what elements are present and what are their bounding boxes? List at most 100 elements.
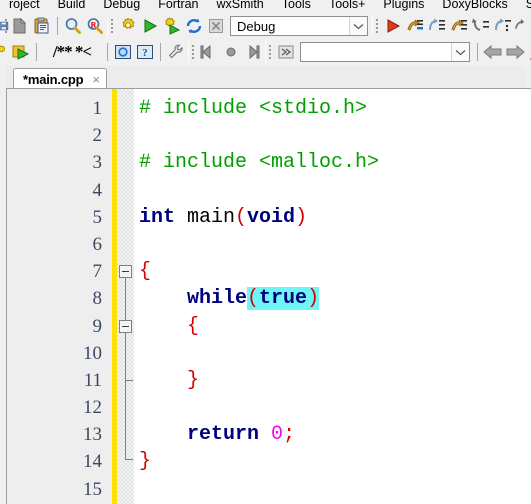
highlight-icon[interactable]	[526, 41, 531, 63]
line-number: 8	[92, 288, 103, 310]
chevron-down-icon[interactable]	[451, 43, 469, 61]
line-number: 5	[92, 206, 103, 228]
menu-item-debug[interactable]: Debug	[94, 0, 149, 11]
menu-item-tools[interactable]: Tools	[273, 0, 320, 11]
code-line[interactable]: return 0;	[134, 421, 531, 448]
build-and-run-icon[interactable]	[161, 15, 183, 37]
build-target-icon[interactable]	[0, 41, 10, 63]
code-editor[interactable]: 1 2 3 4 5 6 7 8 9 10 11 12 13 14 15 # include <stdio.h…	[6, 88, 531, 504]
debug-step-into-icon[interactable]	[448, 15, 470, 37]
toolbar-separator	[57, 17, 58, 35]
search-combo[interactable]	[300, 42, 470, 62]
line-number: 6	[92, 233, 103, 255]
menu-item-doxyblocks[interactable]: DoxyBlocks	[433, 0, 516, 11]
debug-run-to-cursor-icon[interactable]	[404, 15, 426, 37]
menu-item-roject[interactable]: roject	[0, 0, 49, 11]
codeblocks-window: roject Build Debug Fortran wxSmith Tools Tools…	[0, 0, 531, 504]
find-icon[interactable]	[62, 15, 84, 37]
code-token: while	[139, 287, 248, 311]
fold-toggle-icon[interactable]	[119, 319, 132, 333]
code-token: ;	[283, 423, 296, 447]
code-line[interactable]: {	[134, 313, 531, 340]
code-line[interactable]	[134, 340, 531, 367]
code-token: # include <malloc.h>	[139, 151, 380, 175]
search-toolbar-grip[interactable]	[265, 41, 273, 63]
debug-continue-icon[interactable]	[382, 15, 404, 37]
arrow-right-icon[interactable]	[504, 41, 526, 63]
menu-item-fortran[interactable]: Fortran	[149, 0, 207, 11]
doxyblocks-icon[interactable]	[112, 41, 134, 63]
build-target-value: Debug	[237, 18, 276, 34]
menu-item-tools-[interactable]: Tools+	[320, 0, 374, 11]
run-target-icon[interactable]	[10, 41, 32, 63]
code-line[interactable]	[134, 476, 531, 503]
debug-step-out-icon[interactable]	[470, 15, 492, 37]
arrow-left-icon[interactable]	[482, 41, 504, 63]
menu-item-build[interactable]: Build	[49, 0, 95, 11]
comment-block-icon[interactable]: /** *<	[41, 41, 103, 63]
code-line[interactable]: while(true)	[134, 285, 531, 312]
code-token: 0	[271, 423, 284, 447]
rebuild-icon[interactable]	[183, 15, 205, 37]
paste-icon[interactable]	[31, 15, 53, 37]
abort-icon[interactable]	[205, 15, 227, 37]
menu-item-wxsmith[interactable]: wxSmith	[208, 0, 273, 11]
code-token: main	[175, 205, 236, 229]
line-number: 13	[83, 424, 102, 446]
compiler-toolbar-grip[interactable]	[107, 15, 115, 37]
code-token: int	[139, 205, 176, 229]
nav-toolbar-grip[interactable]	[188, 41, 196, 63]
tab-label: *main.cpp	[23, 72, 84, 87]
chevron-down-icon[interactable]	[349, 17, 367, 35]
line-number: 3	[92, 152, 103, 174]
code-token: # include <stdio.h>	[139, 97, 368, 120]
code-line[interactable]: }	[134, 367, 531, 394]
comment-block-label: /** *<	[52, 42, 92, 61]
main-toolbar: R Debug	[0, 13, 531, 39]
save-icon[interactable]	[0, 15, 9, 37]
build-target-combo[interactable]: Debug	[230, 16, 368, 36]
goto-icon[interactable]	[275, 41, 297, 63]
jump-back-icon[interactable]	[198, 41, 220, 63]
code-line[interactable]: # include <malloc.h>	[134, 149, 531, 176]
code-line[interactable]: int main(void)	[134, 204, 531, 231]
code-line[interactable]: }	[134, 448, 531, 475]
tab-main-cpp[interactable]: *main.cpp ×	[13, 68, 107, 90]
jump-home-icon[interactable]	[220, 41, 242, 63]
menu-item-setting[interactable]: Setting	[517, 0, 531, 11]
line-number: 11	[83, 369, 102, 391]
line-number: 7	[92, 261, 103, 283]
line-number: 10	[83, 342, 102, 364]
replace-icon[interactable]: R	[84, 15, 106, 37]
debug-next-line-icon[interactable]	[426, 15, 448, 37]
code-line[interactable]: {	[134, 258, 531, 285]
code-token: true	[259, 287, 308, 311]
debug-break-icon[interactable]	[514, 15, 526, 37]
fold-toggle-icon[interactable]	[119, 265, 132, 279]
code-line[interactable]	[134, 177, 531, 204]
toolbar-separator	[36, 43, 37, 61]
code-line[interactable]	[134, 122, 531, 149]
secondary-toolbar: /** *< ?	[0, 39, 531, 65]
debug-next-instruction-icon[interactable]	[492, 15, 514, 37]
fold-end-tick	[125, 458, 133, 460]
close-icon[interactable]: ×	[92, 73, 100, 86]
code-token: {	[139, 314, 200, 338]
code-token: {	[139, 260, 152, 284]
help-icon[interactable]: ?	[134, 41, 156, 63]
code-token: return	[139, 423, 260, 447]
build-icon[interactable]	[117, 15, 139, 37]
line-number: 14	[83, 451, 102, 473]
menu-item-plugins[interactable]: Plugins	[374, 0, 433, 11]
jump-forward-icon[interactable]	[242, 41, 264, 63]
code-text-area[interactable]: # include <stdio.h> # include <malloc.h>…	[134, 89, 531, 504]
run-icon[interactable]	[139, 15, 161, 37]
code-line[interactable]	[134, 394, 531, 421]
debugger-toolbar-grip[interactable]	[372, 15, 380, 37]
copy-icon[interactable]	[9, 15, 31, 37]
code-line[interactable]	[134, 231, 531, 258]
toolbar-separator	[160, 43, 161, 61]
code-line[interactable]: # include <stdio.h>	[134, 95, 531, 122]
code-folding-margin[interactable]	[117, 89, 134, 504]
wrench-icon[interactable]	[165, 41, 187, 63]
